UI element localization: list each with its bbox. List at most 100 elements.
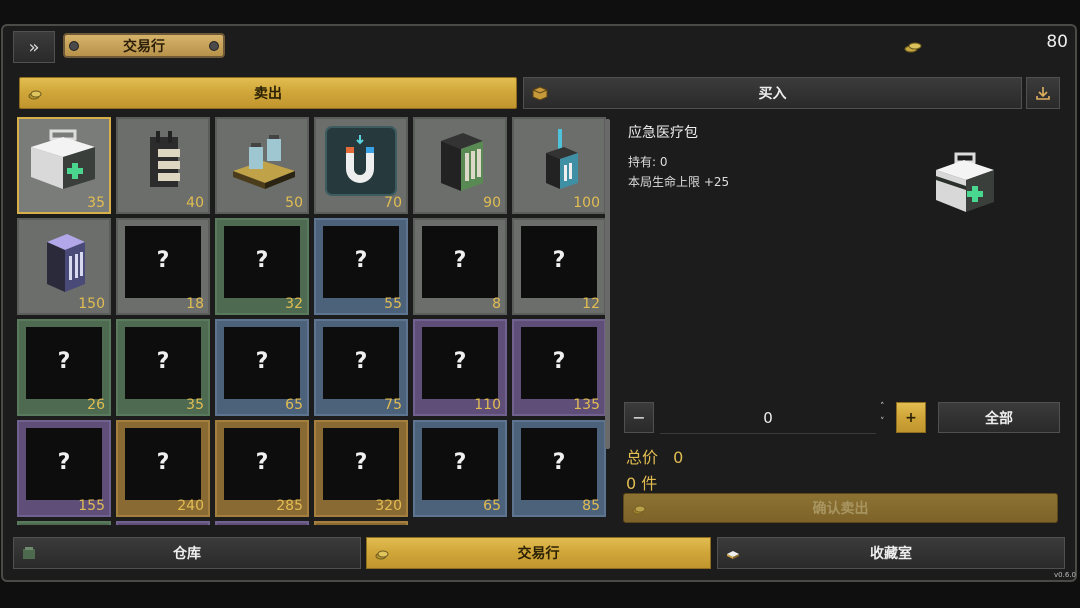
item-price: 150 <box>78 296 105 312</box>
inventory-slot[interactable]: ? 155 <box>17 420 111 517</box>
unknown-mark: ? <box>57 450 71 475</box>
item-price: 135 <box>573 397 600 413</box>
inventory-slot[interactable]: 50 <box>215 117 309 214</box>
grid-scrollbar[interactable] <box>605 119 610 449</box>
inventory-slot[interactable]: ? 8 <box>413 218 507 315</box>
inventory-slot[interactable]: ? 12 <box>512 218 606 315</box>
unknown-item-silhouette: ? <box>521 428 597 500</box>
inventory-slot[interactable] <box>116 521 210 525</box>
inventory-slot[interactable] <box>215 521 309 525</box>
tab-buy-label: 买入 <box>758 86 787 102</box>
inventory-slot[interactable]: 35 <box>17 117 111 214</box>
item-price: 90 <box>483 195 501 211</box>
unknown-item-silhouette: ? <box>26 327 102 399</box>
version-label: v0.6.0 <box>1054 571 1076 579</box>
item-price: 240 <box>177 498 204 514</box>
item-price: 110 <box>474 397 501 413</box>
item-price: 8 <box>492 296 501 312</box>
select-all-label: 全部 <box>985 410 1013 427</box>
medkit-icon <box>930 150 1000 218</box>
item-price: 65 <box>483 498 501 514</box>
radio-icon <box>546 129 578 189</box>
unknown-mark: ? <box>552 450 566 475</box>
increase-quantity-button[interactable]: + <box>896 402 926 433</box>
tab-sell-label: 卖出 <box>254 86 282 102</box>
inventory-slot[interactable]: ? 285 <box>215 420 309 517</box>
total-price-value: 0 <box>673 448 684 467</box>
quantity-input[interactable]: 0 <box>660 402 876 434</box>
nav-collection[interactable]: 收藏室 <box>717 537 1065 569</box>
crate-icon <box>532 86 548 101</box>
unknown-item-silhouette: ? <box>422 428 498 500</box>
item-price: 55 <box>384 296 402 312</box>
inventory-slot[interactable]: ? 135 <box>512 319 606 416</box>
plus-icon: + <box>905 409 917 426</box>
unknown-item-silhouette: ? <box>224 428 300 500</box>
item-price: 12 <box>582 296 600 312</box>
inventory-slot[interactable]: 90 <box>413 117 507 214</box>
item-price: 18 <box>186 296 204 312</box>
item-count: 0 件 <box>626 474 658 493</box>
item-price: 85 <box>582 498 600 514</box>
unknown-item-silhouette: ? <box>323 226 399 298</box>
decrease-quantity-button[interactable]: − <box>624 402 654 433</box>
nav-market-label: 交易行 <box>517 546 560 562</box>
item-price: 26 <box>87 397 105 413</box>
inventory-slot[interactable]: ? 65 <box>413 420 507 517</box>
device-icon <box>233 135 295 189</box>
coins-icon <box>375 548 389 560</box>
inventory-slot[interactable]: ? 110 <box>413 319 507 416</box>
inventory-slot[interactable]: ? 320 <box>314 420 408 517</box>
inventory-slot[interactable]: ? 75 <box>314 319 408 416</box>
inventory-slot[interactable]: 40 <box>116 117 210 214</box>
inventory-slot[interactable] <box>17 521 111 525</box>
quantity-value: 0 <box>763 408 773 427</box>
coins-icon <box>28 88 42 100</box>
unknown-mark: ? <box>255 450 269 475</box>
confirm-sell-button[interactable]: 确认卖出 <box>623 493 1058 523</box>
inventory-slot[interactable]: 70 <box>314 117 408 214</box>
inventory-slot[interactable]: 150 <box>17 218 111 315</box>
inventory-slot[interactable]: ? 32 <box>215 218 309 315</box>
tab-buy[interactable]: 买入 <box>523 77 1022 109</box>
inventory-slot[interactable]: 100 <box>512 117 606 214</box>
battery-icon <box>441 133 483 191</box>
confirm-sell-label: 确认卖出 <box>812 501 869 517</box>
inventory-slot[interactable]: ? 35 <box>116 319 210 416</box>
item-owned: 持有: 0 <box>628 155 668 169</box>
unknown-item-silhouette: ? <box>125 428 201 500</box>
item-price: 75 <box>384 397 402 413</box>
nav-market[interactable]: 交易行 <box>366 537 711 569</box>
double-chevron-icon: » <box>28 36 40 58</box>
item-price: 35 <box>87 195 105 211</box>
quantity-stepper[interactable]: ˄ ˅ <box>880 402 890 430</box>
nav-collection-label: 收藏室 <box>870 546 912 562</box>
unknown-item-silhouette: ? <box>323 327 399 399</box>
tab-sell[interactable]: 卖出 <box>19 77 517 109</box>
unknown-item-silhouette: ? <box>422 226 498 298</box>
inventory-slot[interactable]: ? 18 <box>116 218 210 315</box>
chevron-up-icon[interactable]: ˄ <box>880 402 885 412</box>
inventory-slot[interactable] <box>314 521 408 525</box>
book-icon <box>726 548 740 559</box>
minus-icon: − <box>632 408 646 427</box>
item-price: 65 <box>285 397 303 413</box>
nav-warehouse[interactable]: 仓库 <box>13 537 361 569</box>
inventory-slot[interactable]: ? 65 <box>215 319 309 416</box>
vest-icon <box>150 131 180 187</box>
unknown-mark: ? <box>156 248 170 273</box>
magnet-icon <box>325 126 397 196</box>
expand-button[interactable]: » <box>13 31 55 63</box>
unknown-mark: ? <box>156 349 170 374</box>
chevron-down-icon[interactable]: ˅ <box>880 417 885 427</box>
inventory-slot[interactable]: ? 55 <box>314 218 408 315</box>
export-button[interactable] <box>1026 77 1060 109</box>
unknown-mark: ? <box>255 349 269 374</box>
inventory-slot[interactable]: ? 85 <box>512 420 606 517</box>
unknown-item-silhouette: ? <box>26 428 102 500</box>
unknown-mark: ? <box>156 450 170 475</box>
inventory-slot[interactable]: ? 26 <box>17 319 111 416</box>
inventory-slot[interactable]: ? 240 <box>116 420 210 517</box>
select-all-button[interactable]: 全部 <box>938 402 1060 433</box>
unknown-mark: ? <box>453 248 467 273</box>
